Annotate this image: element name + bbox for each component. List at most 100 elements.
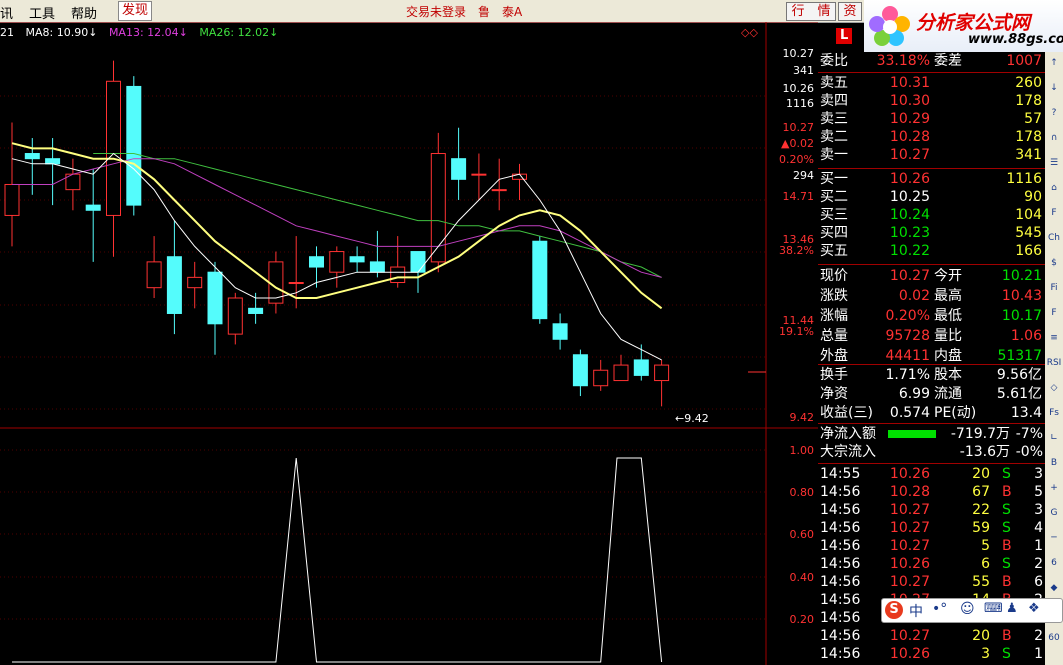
side-tool-icon[interactable]: ≡ bbox=[1046, 331, 1062, 346]
ask-label: 卖一 bbox=[820, 147, 848, 163]
side-tool-icon[interactable]: 60 bbox=[1046, 631, 1062, 646]
price-axis-label: 19.1% bbox=[779, 325, 814, 338]
tick-row: 14:56 10.27 59 S 4 bbox=[818, 519, 1045, 538]
candle-up bbox=[654, 364, 670, 382]
fundamental-label: PE(动) bbox=[934, 405, 977, 421]
side-tool-icon[interactable]: ∩ bbox=[1046, 131, 1062, 146]
tick-volume: 20 bbox=[972, 628, 990, 644]
side-tool-icon[interactable]: ∟ bbox=[1046, 431, 1062, 446]
sogou-icon[interactable]: S bbox=[885, 601, 903, 619]
tick-count: 4 bbox=[1034, 520, 1043, 536]
tick-price: 10.26 bbox=[889, 466, 930, 482]
stat-value: 10.43 bbox=[1001, 288, 1042, 304]
panel-divider bbox=[818, 364, 1045, 365]
tick-time: 14:56 bbox=[820, 592, 861, 608]
side-tool-icon[interactable]: B bbox=[1046, 456, 1062, 471]
side-tool-icon[interactable]: ↑ bbox=[1046, 56, 1062, 71]
side-tool-icon[interactable]: ◆ bbox=[1046, 581, 1062, 596]
stat-value: 10.17 bbox=[1001, 308, 1042, 324]
bid-volume: 104 bbox=[1015, 207, 1042, 223]
tick-volume: 67 bbox=[972, 484, 990, 500]
candle-down bbox=[552, 323, 568, 340]
indicator-line bbox=[12, 457, 663, 663]
candle-down bbox=[633, 359, 649, 376]
committee-ratio-row: 委比 33.18% 委差 1007 bbox=[818, 52, 1045, 71]
tick-side: S bbox=[1002, 646, 1011, 662]
ask-label: 卖五 bbox=[820, 75, 848, 91]
side-tool-icon[interactable]: ⌂ bbox=[1046, 181, 1062, 196]
menu-item-help[interactable]: 帮助 bbox=[71, 3, 97, 22]
stat-value: 1.06 bbox=[1010, 328, 1042, 344]
side-tool-icon[interactable]: RSI bbox=[1046, 356, 1062, 371]
side-tool-icon[interactable]: F bbox=[1046, 306, 1062, 321]
tick-price: 10.27 bbox=[889, 520, 930, 536]
side-tool-icon[interactable]: ─ bbox=[1046, 531, 1062, 546]
tick-time: 14:56 bbox=[820, 574, 861, 590]
side-tool-icon[interactable]: Fs bbox=[1046, 406, 1062, 421]
ask-price: 10.31 bbox=[889, 75, 930, 91]
side-tool-icon[interactable]: Ch bbox=[1046, 231, 1062, 246]
ime-mode-label[interactable]: 中 bbox=[909, 601, 923, 621]
trade-login-status[interactable]: 交易未登录 bbox=[406, 3, 466, 20]
bid-label: 买五 bbox=[820, 243, 848, 259]
user-icon[interactable]: ♟ bbox=[1006, 601, 1018, 616]
quote-button[interactable]: 行 情 bbox=[786, 2, 836, 21]
side-tool-icon[interactable]: $ bbox=[1046, 256, 1062, 271]
side-tool-icon[interactable]: G bbox=[1046, 506, 1062, 521]
side-tool-icon[interactable]: Fi bbox=[1046, 281, 1062, 296]
side-tool-icon[interactable]: ↓ bbox=[1046, 81, 1062, 96]
stat-row: 涨幅 0.20% 最低 10.17 bbox=[818, 307, 1045, 326]
price-axis-label: ▲0.02 bbox=[781, 137, 814, 150]
punct-icon[interactable]: •° bbox=[932, 601, 947, 617]
stat-label: 最低 bbox=[934, 308, 962, 324]
candle-up bbox=[390, 266, 406, 284]
side-tool-icon[interactable]: ? bbox=[1046, 106, 1062, 121]
menu-item-tools[interactable]: 工具 bbox=[29, 3, 55, 22]
skin-icon[interactable]: ❖ bbox=[1028, 601, 1040, 616]
tick-time: 14:56 bbox=[820, 484, 861, 500]
info-button[interactable]: 资 bbox=[838, 2, 862, 21]
tick-side: S bbox=[1002, 466, 1011, 482]
side-tool-icon[interactable]: ◇ bbox=[1046, 381, 1062, 396]
fund-flow-row: 净流入额 -719.7万 -7% bbox=[818, 425, 1045, 444]
tick-count: 3 bbox=[1034, 502, 1043, 518]
side-tool-icon[interactable]: F bbox=[1046, 206, 1062, 221]
tick-count: 1 bbox=[1034, 646, 1043, 662]
menu-item-info[interactable]: 讯 bbox=[0, 3, 13, 22]
panel-divider bbox=[818, 264, 1045, 265]
candle-up bbox=[471, 173, 487, 176]
tick-side: S bbox=[1002, 520, 1011, 536]
tick-time: 14:55 bbox=[820, 466, 861, 482]
panel-divider bbox=[818, 168, 1045, 169]
tick-count: 6 bbox=[1034, 574, 1043, 590]
stat-label: 量比 bbox=[934, 328, 962, 344]
price-axis-label: 0.20% bbox=[779, 153, 814, 166]
tick-count: 5 bbox=[1034, 484, 1043, 500]
kline-chart[interactable]: ←9.42 10.27 341 10.26 1116 10.27 ▲0.02 0.20% 294… bbox=[0, 22, 818, 665]
side-tool-icon[interactable]: + bbox=[1046, 481, 1062, 496]
candle-up bbox=[106, 80, 121, 216]
side-tool-icon[interactable]: 6 bbox=[1046, 556, 1062, 571]
fundamental-value: 5.61亿 bbox=[996, 386, 1042, 402]
candle-down bbox=[166, 256, 182, 314]
stat-label: 总量 bbox=[820, 328, 848, 344]
side-tool-icon[interactable]: ☰ bbox=[1046, 156, 1062, 171]
panel-divider bbox=[818, 72, 1045, 73]
ime-toolbar[interactable]: S 中 •° ☺ ⌨ ♟ ❖ bbox=[881, 598, 1063, 623]
menu-item-discover[interactable]: 发现 bbox=[118, 1, 153, 21]
tick-side: B bbox=[1002, 574, 1012, 590]
stat-value: 10.27 bbox=[889, 268, 930, 284]
ask-price: 10.27 bbox=[889, 147, 930, 163]
candle-up bbox=[491, 189, 507, 192]
tick-time: 14:56 bbox=[820, 520, 861, 536]
emoji-icon[interactable]: ☺ bbox=[960, 601, 975, 617]
panel-divider bbox=[818, 463, 1045, 464]
bid-volume: 545 bbox=[1015, 225, 1042, 241]
tick-count: 1 bbox=[1034, 538, 1043, 554]
keyboard-icon[interactable]: ⌨ bbox=[984, 601, 1003, 616]
stat-row: 涨跌 0.02 最高 10.43 bbox=[818, 287, 1045, 306]
candle-down bbox=[349, 256, 365, 263]
ask-row: 卖一 10.27 341 bbox=[818, 146, 1045, 165]
tick-price: 10.28 bbox=[889, 484, 930, 500]
committee-diff-label: 委差 bbox=[934, 53, 962, 69]
